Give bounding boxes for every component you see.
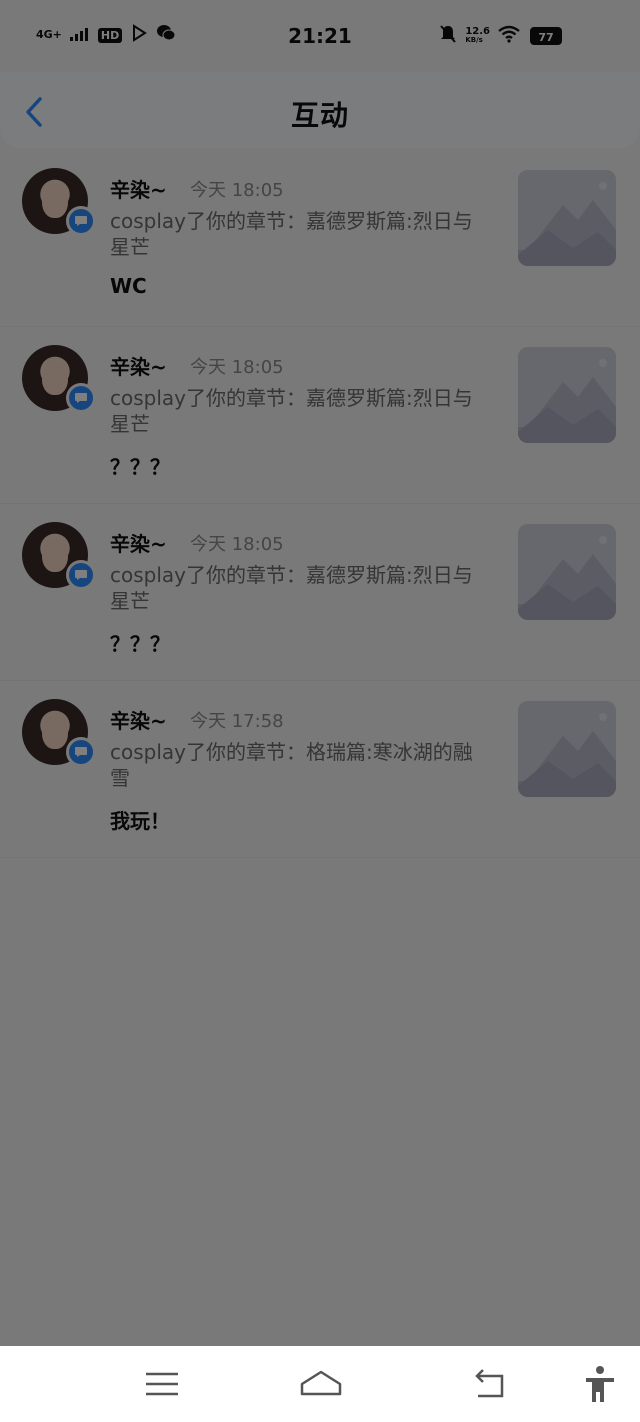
accessibility-button[interactable] (582, 1364, 622, 1404)
chat-bubble-icon (66, 737, 96, 767)
activity-text: cosplay了你的章节：嘉德罗斯篇:烈日与星芒 (110, 209, 473, 259)
mountain-icon (518, 701, 616, 797)
home-button[interactable] (298, 1364, 344, 1404)
accessibility-icon (586, 1366, 614, 1402)
home-icon (300, 1370, 342, 1396)
back-nav-button[interactable] (470, 1364, 510, 1404)
status-right: 12.6 KB/s (439, 24, 520, 47)
system-nav-bar (0, 1346, 640, 1422)
net-speed-value: 12.6 (465, 25, 490, 37)
page-title: 互动 (290, 99, 349, 132)
user-name[interactable]: 辛染~ (110, 528, 167, 557)
status-bar: 4G+ HD 21:21 12.6 KB/s 77 (0, 0, 640, 72)
menu-button[interactable] (142, 1364, 182, 1404)
net-speed: 12.6 KB/s (465, 25, 490, 45)
reply-text: 我玩！ (110, 809, 170, 833)
list-item[interactable]: 辛染~ 今天 18:05 cosplay了你的章节：嘉德罗斯篇:烈日与星芒 ？？… (0, 327, 640, 504)
mountain-icon (518, 524, 616, 620)
chapter-thumbnail[interactable] (518, 701, 616, 797)
page-header: 互动 (0, 72, 640, 148)
chat-bubble-icon (66, 560, 96, 590)
chat-bubble-icon (66, 383, 96, 413)
mountain-icon (518, 170, 616, 266)
activity-text: cosplay了你的章节：嘉德罗斯篇:烈日与星芒 (110, 386, 473, 436)
activity-text: cosplay了你的章节：嘉德罗斯篇:烈日与星芒 (110, 563, 473, 613)
timestamp: 今天 18:05 (190, 534, 284, 555)
mute-bell-icon (439, 24, 457, 47)
activity-text: cosplay了你的章节：格瑞篇:寒冰湖的融雪 (110, 740, 473, 790)
reply-text: ？？？ (110, 632, 170, 656)
app-screen: 4G+ HD 21:21 12.6 KB/s 77 互动 辛染~ 今天 18:0… (0, 0, 640, 1346)
interaction-list: 辛染~ 今天 18:05 cosplay了你的章节：嘉德罗斯篇:烈日与星芒 WC… (0, 150, 640, 858)
list-item[interactable]: 辛染~ 今天 18:05 cosplay了你的章节：嘉德罗斯篇:烈日与星芒 ？？… (0, 504, 640, 681)
chapter-thumbnail[interactable] (518, 347, 616, 443)
mountain-icon (518, 347, 616, 443)
user-name[interactable]: 辛染~ (110, 705, 167, 734)
menu-icon (146, 1372, 178, 1396)
chapter-thumbnail[interactable] (518, 524, 616, 620)
net-speed-unit: KB/s (465, 35, 483, 44)
back-icon (475, 1369, 504, 1398)
timestamp: 今天 18:05 (190, 180, 284, 201)
reply-text: ？？？ (110, 455, 170, 479)
list-item[interactable]: 辛染~ 今天 18:05 cosplay了你的章节：嘉德罗斯篇:烈日与星芒 WC (0, 150, 640, 327)
wifi-icon (498, 25, 520, 46)
chat-bubble-icon (66, 206, 96, 236)
chapter-thumbnail[interactable] (518, 170, 616, 266)
battery-indicator: 77 (530, 27, 562, 45)
list-item[interactable]: 辛染~ 今天 17:58 cosplay了你的章节：格瑞篇:寒冰湖的融雪 我玩！ (0, 681, 640, 858)
reply-text: WC (110, 274, 147, 298)
user-name[interactable]: 辛染~ (110, 351, 167, 380)
timestamp: 今天 17:58 (190, 711, 284, 732)
user-name[interactable]: 辛染~ (110, 174, 167, 203)
timestamp: 今天 18:05 (190, 357, 284, 378)
